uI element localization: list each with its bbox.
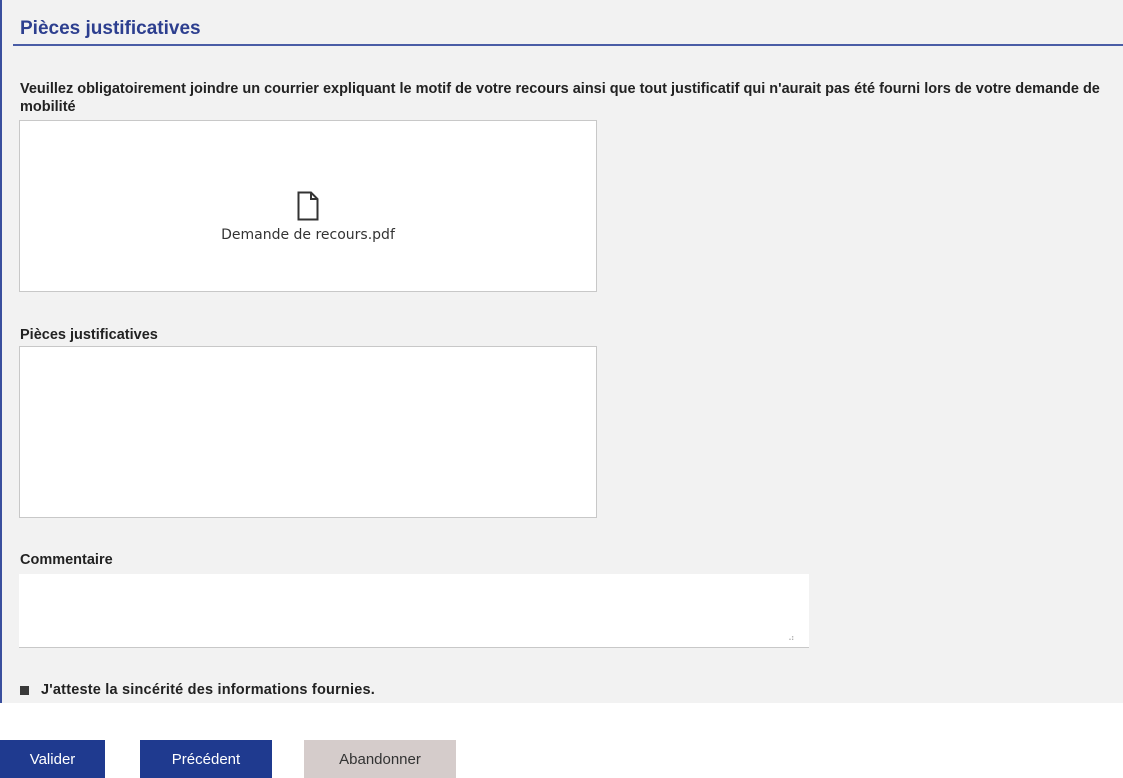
abandonner-button[interactable]: Abandonner [304,740,456,778]
section-title: Pièces justificatives [20,18,201,39]
attestation-label: J'atteste la sincérité des informations … [41,682,375,698]
file-name: Demande de recours.pdf [221,227,395,243]
resize-handle-icon[interactable]: ⣠ [788,630,795,641]
attestation-row[interactable]: J'atteste la sincérité des informations … [20,682,375,698]
attestation-checkbox[interactable] [20,685,29,695]
file-icon [297,191,319,221]
comment-label: Commentaire [20,552,113,568]
document-upload-zone[interactable]: Demande de recours.pdf [19,120,597,292]
pieces-upload-zone[interactable] [19,346,597,518]
comment-textarea[interactable] [19,574,809,648]
instructions-text: Veuillez obligatoirement joindre un cour… [20,81,1100,115]
form-panel: Pièces justificatives Veuillez obligatoi… [0,0,1123,703]
pieces-label: Pièces justificatives [20,327,158,343]
valider-button[interactable]: Valider [0,740,105,778]
precedent-button[interactable]: Précédent [140,740,272,778]
uploaded-file[interactable]: Demande de recours.pdf [20,191,596,243]
title-divider [13,44,1123,46]
